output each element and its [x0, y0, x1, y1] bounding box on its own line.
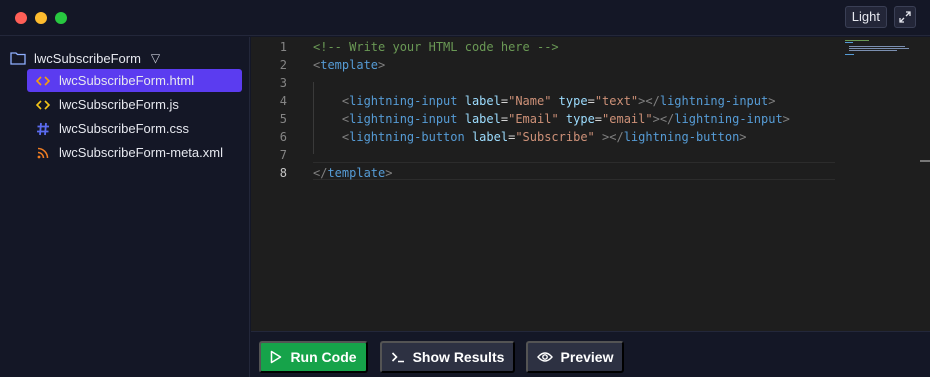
eye-icon — [536, 352, 553, 362]
code-line[interactable]: 2 <template> — [251, 56, 930, 74]
file-item-meta-xml[interactable]: lwcSubscribeForm-meta.xml — [27, 141, 242, 164]
code-line[interactable]: 3 — [251, 74, 930, 92]
run-code-label: Run Code — [290, 349, 357, 365]
code-text: <lightning-input label="Email" type="ema… — [313, 110, 790, 128]
maximize-window-button[interactable] — [55, 12, 67, 24]
code-token: template — [327, 166, 386, 180]
code-editor[interactable]: 1 <!-- Write your HTML code here --> 2 <tem… — [251, 37, 930, 331]
code-token: = — [594, 112, 603, 126]
code-token: > — [385, 166, 393, 180]
code-token: type — [558, 112, 595, 126]
code-token: < — [313, 112, 350, 126]
file-name: lwcSubscribeForm.css — [59, 121, 190, 136]
file-name: lwcSubscribeForm.js — [59, 97, 179, 112]
code-text: <!-- Write your HTML code here --> — [313, 38, 559, 56]
code-text: </template> — [313, 164, 392, 182]
code-token: lightning-button — [349, 130, 465, 144]
code-line[interactable]: 5 <lightning-input label="Email" type="e… — [251, 110, 930, 128]
preview-button[interactable]: Preview — [526, 341, 624, 373]
folder-name: lwcSubscribeForm — [34, 50, 141, 66]
html-code-icon — [35, 73, 51, 89]
code-line[interactable]: 1 <!-- Write your HTML code here --> — [251, 38, 930, 56]
scrollbar-marker[interactable] — [920, 160, 930, 162]
folder-icon — [10, 52, 26, 65]
code-token: lightning-input — [349, 94, 458, 108]
file-item-html[interactable]: lwcSubscribeForm.html — [27, 69, 242, 92]
line-number: 8 — [279, 166, 287, 180]
run-code-button[interactable]: Run Code — [259, 341, 368, 373]
expand-button[interactable] — [894, 6, 916, 28]
preview-label: Preview — [560, 349, 614, 365]
code-token: "Subscribe" — [515, 130, 595, 144]
code-token: < — [313, 130, 350, 144]
file-explorer-sidebar: lwcSubscribeForm ▽ lwcSubscribeForm.html… — [0, 37, 250, 377]
code-token: label — [457, 94, 501, 108]
line-number: 6 — [279, 130, 287, 144]
code-token: label — [457, 112, 501, 126]
file-name: lwcSubscribeForm.html — [59, 73, 195, 88]
code-token: > — [739, 130, 747, 144]
line-number: 2 — [279, 58, 287, 72]
folder-collapse-caret-icon[interactable]: ▽ — [151, 51, 160, 65]
minimap[interactable] — [843, 39, 913, 59]
code-text: <lightning-button label="Subscribe" ></l… — [313, 128, 747, 146]
code-token: lightning-button — [623, 130, 740, 144]
terminal-icon — [391, 352, 404, 363]
code-token: ></ — [652, 112, 675, 126]
code-token: = — [500, 112, 509, 126]
code-token: label — [464, 130, 509, 144]
code-token: = — [500, 94, 509, 108]
expand-icon — [899, 11, 911, 23]
code-text: <template> — [313, 56, 385, 74]
theme-toggle-button[interactable]: Light — [844, 6, 887, 28]
code-token: "email" — [602, 112, 653, 126]
code-line[interactable]: 4 <lightning-input label="Name" type="te… — [251, 92, 930, 110]
code-line[interactable]: 6 <lightning-button label="Subscribe" ><… — [251, 128, 930, 146]
code-token: </ — [313, 166, 328, 180]
code-token: < — [313, 94, 350, 108]
play-icon — [271, 350, 282, 364]
code-token: = — [587, 94, 595, 108]
code-token: > — [378, 58, 386, 72]
show-results-label: Show Results — [412, 349, 505, 365]
title-bar: Light — [0, 0, 930, 36]
code-text: <lightning-input label="Name" type="text… — [313, 92, 776, 110]
file-item-css[interactable]: lwcSubscribeForm.css — [27, 117, 242, 140]
code-token: type — [551, 94, 588, 108]
code-token: lightning-input — [349, 112, 458, 126]
rss-icon — [35, 145, 51, 161]
minimize-window-button[interactable] — [35, 12, 47, 24]
code-token: > — [768, 94, 776, 108]
folder-row[interactable]: lwcSubscribeForm ▽ — [10, 48, 160, 68]
code-token: ></ — [594, 130, 624, 144]
code-token: "text" — [594, 94, 639, 108]
show-results-button[interactable]: Show Results — [380, 341, 515, 373]
file-name: lwcSubscribeForm-meta.xml — [59, 145, 223, 160]
css-hash-icon — [35, 121, 51, 137]
code-token: "Name" — [508, 94, 552, 108]
code-token: lightning-input — [674, 112, 783, 126]
js-code-icon — [35, 97, 51, 113]
line-number: 4 — [279, 94, 287, 108]
code-line[interactable]: 7 — [251, 146, 930, 164]
line-number: 3 — [279, 76, 287, 90]
action-bar: Run Code Show Results Preview — [251, 331, 930, 377]
file-item-js[interactable]: lwcSubscribeForm.js — [27, 93, 242, 116]
code-token: <!-- Write your HTML code here --> — [313, 40, 559, 54]
line-number: 1 — [279, 40, 287, 54]
code-token: lightning-input — [659, 94, 769, 108]
code-token: "Email" — [508, 112, 559, 126]
line-number: 5 — [279, 112, 287, 126]
close-window-button[interactable] — [15, 12, 27, 24]
code-token: > — [782, 112, 790, 126]
code-token: template — [320, 58, 379, 72]
line-number: 7 — [279, 148, 287, 162]
code-token: ></ — [638, 94, 660, 108]
code-line[interactable]: 8 </template> — [251, 164, 930, 182]
